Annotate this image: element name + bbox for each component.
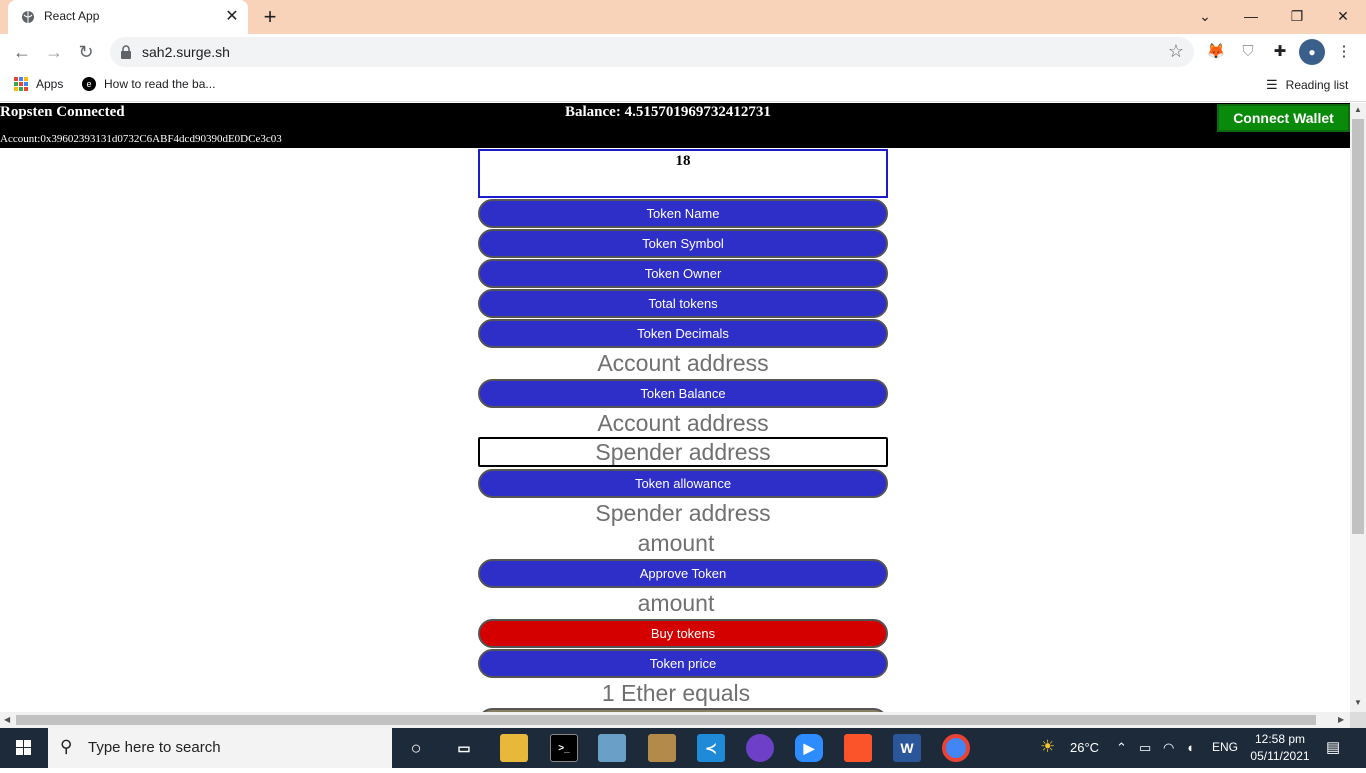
reload-icon[interactable]: ↻ — [72, 38, 100, 66]
horizontal-scrollbar[interactable]: ◀ ▶ — [0, 712, 1350, 728]
balance-account-input[interactable]: Account address — [478, 348, 888, 378]
network-status: Ropsten Connected — [0, 104, 125, 120]
task-view-icon[interactable]: ▭ — [450, 734, 478, 762]
browser-toolbar: ← → ↻ sah2.surge.sh ☆ 🦊 ⛉ ✚ ● ⋮ — [0, 34, 1366, 70]
token-allowance-button[interactable]: Token allowance — [478, 469, 888, 498]
scrollbar-corner — [1350, 712, 1366, 728]
extensions-icon[interactable]: ✚ — [1267, 39, 1293, 65]
site-favicon-icon: e — [82, 77, 96, 91]
ether-equals-text: 1 Ether equals — [601, 680, 751, 706]
clock-date: 05/11/2021 — [1250, 749, 1310, 763]
shield-icon[interactable]: ⛉ — [1235, 39, 1261, 65]
tab-title: React App — [44, 9, 100, 23]
close-tab-icon[interactable]: ✕ — [222, 7, 242, 27]
windows-taskbar: ⚲ Type here to search ○ ▭ >_ ≺ ▶ W ☀ 26°… — [0, 728, 1366, 768]
vertical-scrollbar[interactable]: ▲ ▼ — [1350, 103, 1366, 712]
paint-icon[interactable] — [598, 734, 626, 762]
reading-list[interactable]: ☰ Reading list — [1266, 77, 1348, 93]
notifications-icon[interactable]: ▤ — [1326, 738, 1340, 756]
zoom-icon[interactable]: ▶ — [795, 734, 823, 762]
bookmark-apps-label: Apps — [36, 77, 64, 91]
url-text: sah2.surge.sh — [142, 44, 230, 60]
github-desktop-icon[interactable] — [746, 734, 774, 762]
new-tab-icon[interactable]: + — [258, 5, 282, 29]
token-price-button[interactable]: Token price — [478, 649, 888, 678]
forward-icon[interactable]: → — [40, 38, 68, 66]
language-indicator[interactable]: ENG — [1212, 740, 1238, 754]
account-address: Account:0x39602393131d0732C6ABF4dcd90390… — [0, 133, 282, 145]
search-icon: ⚲ — [60, 737, 73, 756]
scroll-right-icon[interactable]: ▶ — [1338, 715, 1344, 724]
globe-icon — [22, 11, 34, 23]
approve-amount-input[interactable]: amount — [478, 528, 888, 558]
page-content: Ropsten Connected Balance: 4.51570196973… — [0, 103, 1350, 712]
back-icon[interactable]: ← — [8, 38, 36, 66]
scroll-down-icon[interactable]: ▼ — [1354, 698, 1362, 707]
tab-search-icon[interactable]: ⌄ — [1182, 0, 1228, 32]
token-symbol-button[interactable]: Token Symbol — [478, 229, 888, 258]
taskbar-search[interactable]: ⚲ Type here to search — [48, 728, 392, 768]
scroll-left-icon[interactable]: ◀ — [4, 715, 10, 724]
brave-icon[interactable] — [844, 734, 872, 762]
allowance-account-input[interactable]: Account address — [478, 408, 888, 438]
battery-icon[interactable]: ▭ — [1139, 740, 1151, 756]
bookmark-star-icon[interactable]: ☆ — [1168, 41, 1184, 62]
connect-wallet-button[interactable]: Connect Wallet — [1217, 104, 1350, 132]
bookmark-item[interactable]: e How to read the ba... — [82, 77, 215, 91]
search-placeholder: Type here to search — [88, 739, 221, 756]
wifi-icon[interactable]: ◠ — [1163, 740, 1174, 756]
reading-list-label: Reading list — [1285, 78, 1349, 92]
browser-tab[interactable]: React App ✕ — [8, 0, 248, 34]
restore-icon[interactable]: ❐ — [1274, 0, 1320, 32]
metamask-icon[interactable]: 🦊 — [1203, 39, 1229, 65]
buy-tokens-button[interactable]: Buy tokens — [478, 619, 888, 648]
vscode-icon[interactable]: ≺ — [697, 734, 725, 762]
approve-spender-input[interactable]: Spender address — [478, 498, 888, 528]
weather-icon[interactable]: ☀ — [1040, 737, 1055, 757]
volume-icon[interactable]: ◖ — [1186, 740, 1194, 755]
vertical-scroll-thumb[interactable] — [1352, 119, 1364, 534]
allowance-spender-input[interactable]: Spender address — [478, 437, 888, 467]
windows-logo-icon — [16, 740, 31, 755]
start-button[interactable] — [0, 728, 48, 768]
close-window-icon[interactable]: ✕ — [1320, 0, 1366, 32]
word-icon[interactable]: W — [893, 734, 921, 762]
file-explorer-icon[interactable] — [500, 734, 528, 762]
token-balance-button[interactable]: Token Balance — [478, 379, 888, 408]
terminal-icon[interactable]: >_ — [550, 734, 578, 762]
apps-grid-icon — [14, 77, 28, 91]
tray-chevron-icon[interactable]: ⌃ — [1116, 740, 1127, 756]
address-bar[interactable]: sah2.surge.sh ☆ — [110, 37, 1194, 67]
buy-amount-input[interactable]: amount — [478, 588, 888, 618]
token-decimals-button[interactable]: Token Decimals — [478, 319, 888, 348]
browser-tab-bar: React App ✕ + ⌄ — ❐ ✕ — [0, 0, 1366, 34]
bookmarks-bar: Apps e How to read the ba... ☰ Reading l… — [0, 70, 1366, 102]
total-tokens-button[interactable]: Total tokens — [478, 289, 888, 318]
cortana-icon[interactable]: ○ — [402, 734, 430, 762]
approve-token-button[interactable]: Approve Token — [478, 559, 888, 588]
package-icon[interactable] — [648, 734, 676, 762]
lock-icon — [121, 45, 131, 59]
horizontal-scroll-thumb[interactable] — [16, 715, 1316, 725]
output-display: 18 — [478, 149, 888, 198]
bookmark-apps[interactable]: Apps — [14, 77, 63, 91]
token-name-button[interactable]: Token Name — [478, 199, 888, 228]
scroll-up-icon[interactable]: ▲ — [1354, 105, 1362, 114]
temperature-text: 26°C — [1070, 740, 1100, 755]
reading-list-icon: ☰ — [1266, 77, 1278, 92]
bookmark-item-label: How to read the ba... — [104, 77, 216, 91]
menu-icon[interactable]: ⋮ — [1331, 39, 1357, 65]
profile-avatar[interactable]: ● — [1299, 39, 1325, 65]
clock-time: 12:58 pm — [1254, 732, 1306, 746]
minimize-icon[interactable]: — — [1228, 0, 1274, 32]
chrome-icon[interactable] — [942, 734, 970, 762]
app-header: Ropsten Connected Balance: 4.51570196973… — [0, 103, 1350, 148]
token-owner-button[interactable]: Token Owner — [478, 259, 888, 288]
balance-display: Balance: 4.515701969732412731 — [565, 104, 771, 120]
clock[interactable]: 12:58 pm 05/11/2021 — [1240, 731, 1320, 765]
